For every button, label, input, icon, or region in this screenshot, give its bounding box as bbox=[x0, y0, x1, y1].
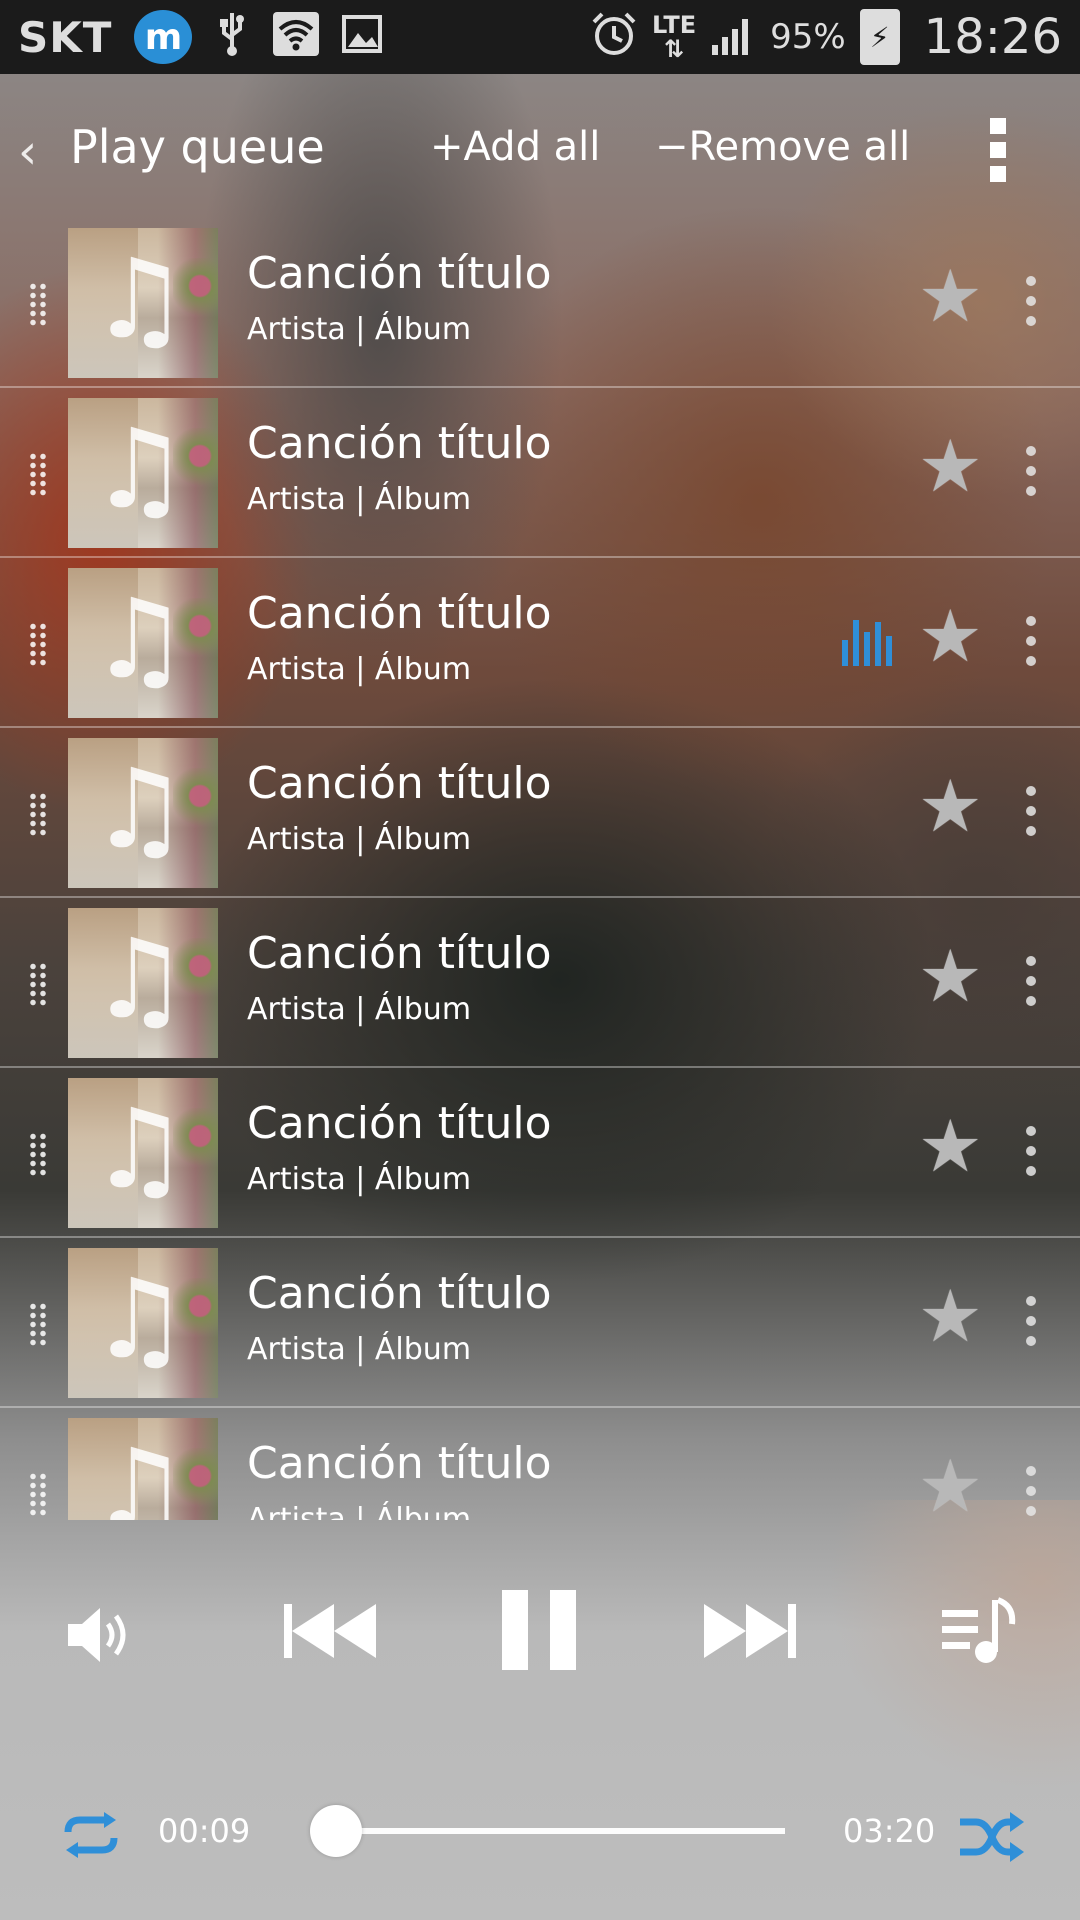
drag-handle-icon[interactable] bbox=[28, 792, 48, 836]
album-art: ♫ bbox=[68, 398, 218, 548]
drag-handle-icon[interactable] bbox=[28, 282, 48, 326]
song-title: Canción título bbox=[247, 928, 552, 979]
album-art: ♫ bbox=[68, 738, 218, 888]
album-art: ♫ bbox=[68, 1078, 218, 1228]
star-icon[interactable]: ★ bbox=[918, 1280, 983, 1352]
back-chevron-icon[interactable]: ‹ bbox=[18, 124, 37, 180]
next-icon[interactable] bbox=[702, 1596, 798, 1666]
music-note-icon: ♫ bbox=[90, 1425, 189, 1520]
app-badge-icon: m bbox=[134, 10, 193, 64]
alarm-icon bbox=[590, 10, 638, 65]
star-icon[interactable]: ★ bbox=[918, 940, 983, 1012]
song-subtitle: Artista | Álbum bbox=[247, 822, 472, 857]
signal-icon bbox=[710, 11, 756, 64]
equalizer-icon bbox=[842, 620, 892, 666]
song-title: Canción título bbox=[247, 588, 552, 639]
music-note-icon: ♫ bbox=[90, 1255, 189, 1383]
queue-row[interactable]: ♫ Canción título Artista | Álbum ★ bbox=[0, 728, 1080, 898]
queue-icon[interactable] bbox=[940, 1596, 1020, 1666]
star-icon[interactable]: ★ bbox=[918, 600, 983, 672]
queue-row[interactable]: ♫ Canción título Artista | Álbum ★ bbox=[0, 898, 1080, 1068]
music-note-icon: ♫ bbox=[90, 915, 189, 1043]
song-title: Canción título bbox=[247, 1438, 552, 1489]
more-vert-icon[interactable] bbox=[1026, 1126, 1036, 1176]
song-title: Canción título bbox=[247, 758, 552, 809]
song-subtitle: Artista | Álbum bbox=[247, 652, 472, 687]
battery-charging-icon: ⚡ bbox=[859, 9, 900, 65]
song-title: Canción título bbox=[247, 1098, 552, 1149]
song-title: Canción título bbox=[247, 248, 552, 299]
more-vert-icon[interactable] bbox=[1026, 1466, 1036, 1516]
queue-row[interactable]: ♫ Canción título Artista | Álbum ★ bbox=[0, 1068, 1080, 1238]
song-subtitle: Artista | Álbum bbox=[247, 1502, 472, 1520]
progress-bar-area: 00:09 03:20 bbox=[0, 1800, 1080, 1880]
overflow-menu-icon[interactable] bbox=[990, 118, 1006, 182]
star-icon[interactable]: ★ bbox=[918, 1450, 983, 1520]
star-icon[interactable]: ★ bbox=[918, 430, 983, 502]
song-subtitle: Artista | Álbum bbox=[247, 1332, 472, 1367]
add-all-button[interactable]: +Add all bbox=[430, 124, 600, 170]
clock: 18:26 bbox=[923, 9, 1062, 65]
queue-row[interactable]: ♫ Canción título Artista | Álbum ★ bbox=[0, 218, 1080, 388]
star-icon[interactable]: ★ bbox=[918, 770, 983, 842]
more-vert-icon[interactable] bbox=[1026, 956, 1036, 1006]
drag-handle-icon[interactable] bbox=[28, 452, 48, 496]
previous-icon[interactable] bbox=[282, 1596, 378, 1666]
song-subtitle: Artista | Álbum bbox=[247, 312, 472, 347]
music-note-icon: ♫ bbox=[90, 405, 189, 533]
queue-row-now-playing[interactable]: ♫ Canción título Artista | Álbum ★ bbox=[0, 558, 1080, 728]
album-art: ♫ bbox=[68, 228, 218, 378]
network-type-label: LTE ⇅ bbox=[652, 11, 697, 63]
album-art: ♫ bbox=[68, 908, 218, 1058]
song-subtitle: Artista | Álbum bbox=[247, 1162, 472, 1197]
song-title: Canción título bbox=[247, 418, 552, 469]
seek-thumb[interactable] bbox=[310, 1805, 363, 1857]
drag-handle-icon[interactable] bbox=[28, 962, 48, 1006]
music-note-icon: ♫ bbox=[90, 745, 189, 873]
page-title[interactable]: Play queue bbox=[70, 120, 325, 174]
queue-header: ‹ Play queue +Add all −Remove all bbox=[0, 74, 1080, 226]
seek-bar[interactable] bbox=[315, 1828, 785, 1834]
song-subtitle: Artista | Álbum bbox=[247, 482, 472, 517]
song-title: Canción título bbox=[247, 1268, 552, 1319]
repeat-icon[interactable] bbox=[56, 1810, 126, 1860]
song-subtitle: Artista | Álbum bbox=[247, 992, 472, 1027]
usb-icon bbox=[214, 11, 250, 64]
shuffle-icon[interactable] bbox=[956, 1810, 1026, 1864]
playback-controls bbox=[0, 1560, 1080, 1700]
star-icon[interactable]: ★ bbox=[918, 260, 983, 332]
queue-row[interactable]: ♫ Canción título Artista | Álbum ★ bbox=[0, 1408, 1080, 1520]
queue-row[interactable]: ♫ Canción título Artista | Álbum ★ bbox=[0, 388, 1080, 558]
drag-handle-icon[interactable] bbox=[28, 1132, 48, 1176]
star-icon[interactable]: ★ bbox=[918, 1110, 983, 1182]
volume-icon[interactable] bbox=[64, 1600, 134, 1670]
music-note-icon: ♫ bbox=[90, 575, 189, 703]
total-time: 03:20 bbox=[843, 1812, 936, 1850]
album-art: ♫ bbox=[68, 1418, 218, 1520]
more-vert-icon[interactable] bbox=[1026, 446, 1036, 496]
music-note-icon: ♫ bbox=[90, 1085, 189, 1213]
remove-all-button[interactable]: −Remove all bbox=[655, 124, 910, 170]
queue-row[interactable]: ♫ Canción título Artista | Álbum ★ bbox=[0, 1238, 1080, 1408]
music-note-icon: ♫ bbox=[90, 235, 189, 363]
wifi-icon bbox=[272, 11, 320, 64]
drag-handle-icon[interactable] bbox=[28, 1472, 48, 1516]
more-vert-icon[interactable] bbox=[1026, 276, 1036, 326]
carrier-label: SKT bbox=[18, 12, 113, 62]
image-notification-icon bbox=[342, 14, 383, 60]
elapsed-time: 00:09 bbox=[158, 1812, 251, 1850]
drag-handle-icon[interactable] bbox=[28, 622, 48, 666]
more-vert-icon[interactable] bbox=[1026, 786, 1036, 836]
pause-icon[interactable] bbox=[500, 1588, 580, 1672]
status-bar: SKT m LTE ⇅ 95% ⚡ 18:26 bbox=[0, 0, 1080, 74]
more-vert-icon[interactable] bbox=[1026, 616, 1036, 666]
battery-percent: 95% bbox=[770, 17, 846, 57]
album-art: ♫ bbox=[68, 568, 218, 718]
album-art: ♫ bbox=[68, 1248, 218, 1398]
more-vert-icon[interactable] bbox=[1026, 1296, 1036, 1346]
drag-handle-icon[interactable] bbox=[28, 1302, 48, 1346]
queue-list[interactable]: ♫ Canción título Artista | Álbum ★ ♫ Can… bbox=[0, 218, 1080, 1520]
